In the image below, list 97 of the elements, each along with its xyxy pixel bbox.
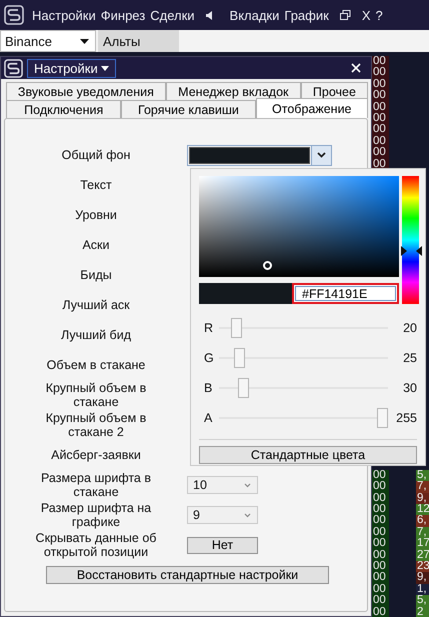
restore-icon[interactable] [340,10,351,20]
price-cell: 12 [416,504,429,516]
channel-label: A [203,411,214,425]
price-cell: 9, [416,492,429,504]
quantity-cell: 00 [372,572,389,584]
channel-label: G [203,351,215,365]
setting-label: Лучший аск [62,298,130,312]
hue-marker-icon[interactable] [401,246,422,256]
quantity-cell: 00 [372,90,389,102]
menu-item[interactable]: Настройки [32,8,96,22]
chevron-down-icon [244,512,251,518]
quantity-cell: 00 [372,112,389,124]
price-cell: 7, [416,481,429,493]
picker-cursor-icon [262,261,272,270]
menu-item[interactable]: Сделки [150,8,195,22]
quantity-cell: 00 [372,515,389,527]
quantity-cell: 00 [372,538,389,550]
quantity-cell: 00 [372,67,389,79]
setting-label: Общий фон [62,148,130,162]
speaker-icon[interactable] [206,10,213,20]
tab[interactable]: Звуковые уведомления [6,82,166,100]
price-cell: 17 [416,538,429,550]
tab[interactable]: Отображение [256,98,368,118]
toggle-button[interactable]: Нет [187,536,258,554]
setting-label: Размера шрифта в стакане [40,471,152,499]
setting-label: Размер шрифта на графике [40,501,152,529]
menu-item[interactable]: График [284,8,329,22]
setting-label: Скрывать данные об открытой позиции [34,531,158,559]
quantity-cell: 00 [372,147,389,159]
quantity-cell: 00 [372,561,389,572]
hex-input-field[interactable]: #FF14191E [292,283,399,304]
quantity-cell: 00 [372,102,389,113]
price-cell: 27 [416,550,429,562]
settings-menu-button[interactable]: Настройки [27,58,116,78]
color-gradient-area[interactable] [199,176,399,277]
tab[interactable]: Менеджер вкладок [166,82,301,100]
chevron-down-icon [244,482,251,488]
font-size-dropdown[interactable]: 9 [187,506,258,524]
quantity-cell: 00 [372,526,389,538]
logo-icon [4,5,24,25]
setting-label: Текст [80,178,112,192]
quantity-cell: 00 [372,124,389,136]
tab[interactable]: Подключения [6,100,122,118]
menu-item[interactable]: X [362,8,370,22]
setting-label: Аски [82,238,110,252]
menu-item[interactable]: Вкладки [230,8,280,22]
tab[interactable]: Альты [98,30,179,52]
logo-icon [4,58,23,78]
menu-item[interactable]: Финрез [100,8,146,22]
setting-label: Лучший бид [60,328,131,342]
channel-label: R [203,321,214,335]
slider-thumb[interactable] [377,408,388,428]
quantity-cell: 00 [372,584,389,596]
price-cell: 5, [416,470,429,482]
setting-label: Биды [80,268,112,282]
setting-label: Крупный объем в стакане 2 [44,411,148,439]
quantity-cell: 00 [372,492,389,504]
hue-bar[interactable] [401,176,419,304]
channel-value: 25 [402,351,417,365]
price-cell: 5, [416,595,429,607]
setting-label: Объем в стакане [46,358,146,372]
setting-label: Уровни [75,208,117,222]
quantity-cell: 00 [372,550,389,562]
quantity-cell: 00 [372,595,389,607]
price-cell: 1, [416,584,429,596]
price-cell: 7, [416,526,429,538]
exchange-dropdown[interactable]: Binance [0,30,96,52]
quantity-cell: 00 [372,606,389,617]
caret-icon [80,38,89,44]
slider-thumb[interactable] [234,348,246,368]
menu-item[interactable]: ? [375,8,383,22]
slider-thumb[interactable] [231,318,242,338]
reset-button[interactable]: Восстановить стандартные настройки [46,566,329,584]
quantity-cell: 00 [372,56,389,68]
quantity-cell: 00 [372,78,389,90]
caret-icon [100,66,109,70]
quantity-cell: 00 [372,504,389,516]
color-dropdown[interactable] [187,144,332,166]
price-cell: 6, [416,515,429,527]
quantity-cell: 00 [372,481,389,493]
chevron-down-icon [317,152,326,158]
channel-value: 255 [395,411,417,425]
standard-colors-button[interactable]: Стандартные цвета [199,446,417,464]
quantity-cell: 00 [372,470,389,482]
setting-label: Айсберг-заявки [51,448,141,462]
font-size-dropdown[interactable]: 10 [187,476,258,494]
close-icon[interactable] [351,63,361,73]
price-cell: 23 [416,561,429,572]
setting-label: Крупный объем в стакане [44,381,148,409]
channel-value: 20 [402,321,417,335]
price-cell: 2 [416,606,429,617]
tab[interactable]: Горячие клавиши [121,100,256,118]
quantity-cell: 00 [372,136,389,148]
channel-value: 30 [402,381,417,395]
price-cell: 9, [416,572,429,584]
channel-label: B [203,381,214,395]
slider-thumb[interactable] [238,378,249,398]
